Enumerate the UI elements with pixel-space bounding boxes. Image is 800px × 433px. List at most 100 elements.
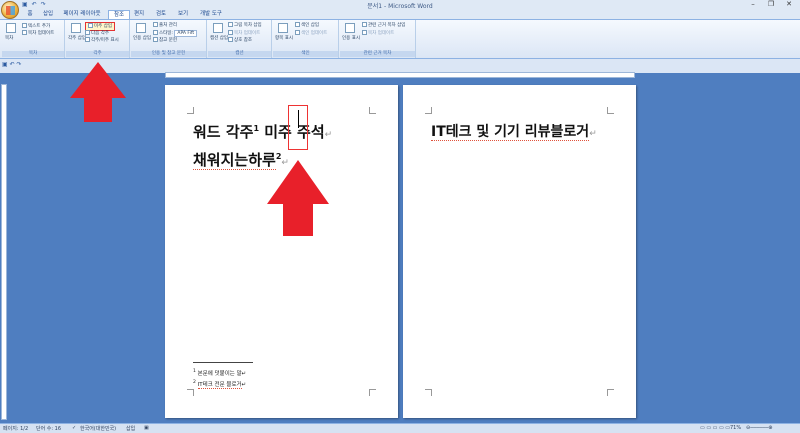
tab-insert[interactable]: 삽입: [40, 10, 56, 19]
mark-entry-button[interactable]: 항목 표시: [275, 36, 293, 42]
citation-style-select[interactable]: 스타일: APA Fift: [153, 30, 198, 37]
qat-bottom: ▣ ↶ ↷: [2, 61, 22, 68]
view-buttons[interactable]: ▭ ▭ ▭ ▭ ▭: [700, 425, 730, 431]
window-title: 문서1 - Microsoft Word: [367, 3, 433, 10]
refresh-icon: [362, 30, 367, 35]
figures-icon: [228, 22, 233, 27]
status-zoom[interactable]: 71%: [730, 425, 741, 431]
authorities-icon: [362, 22, 367, 27]
toc-icon: [6, 23, 16, 33]
group-captions: 캡션 삽입 그림 목차 삽입 목차 업데이트 상호 참조 캡션: [208, 20, 272, 58]
bibliography-button[interactable]: 참고 문헌: [153, 37, 177, 44]
doc-line-1: 워드 각주1 미주 주석↵: [193, 123, 333, 141]
insert-authorities-button[interactable]: 관련 근거 목차 삽입: [362, 22, 405, 29]
minimize-button[interactable]: –: [744, 0, 762, 9]
tab-mailings[interactable]: 편지: [131, 10, 147, 19]
add-text-button[interactable]: 텍스트 추가: [22, 23, 50, 30]
endnote-icon: [88, 23, 93, 28]
footnote-1: 1 본문에 덧붙이는 말↵: [193, 369, 247, 377]
index-icon: [295, 22, 300, 27]
macro-icon[interactable]: ▣: [144, 425, 149, 431]
update-figures-button[interactable]: 목차 업데이트: [228, 30, 260, 37]
status-language[interactable]: 한국어(대한민국): [80, 425, 116, 432]
office-button[interactable]: [1, 1, 19, 19]
footnote-icon: [71, 23, 81, 33]
margin-mark: [369, 389, 376, 396]
update-toc-button[interactable]: 목차 업데이트: [22, 30, 54, 37]
cross-ref-icon: [228, 37, 233, 42]
maximize-button[interactable]: ❐: [762, 0, 780, 9]
doc-page2-line-1: IT테크 및 기기 리뷰블로거↵: [431, 124, 597, 141]
group-toc: 목차 텍스트 추가 목차 업데이트 목차: [2, 20, 65, 58]
status-bar: 페이지: 1/2 단어 수: 16 ✓ 한국어(대한민국) 삽입 ▣ ▭ ▭ ▭…: [0, 423, 800, 433]
window-controls: – ❐ ✕: [744, 0, 798, 9]
group-index: 항목 표시 색인 삽입 색인 업데이트 색인: [273, 20, 339, 58]
insert-table-of-figures-button[interactable]: 그림 목차 삽입: [228, 22, 262, 29]
proofing-icon[interactable]: ✓: [72, 425, 76, 431]
mark-citation-icon: [345, 23, 355, 33]
cross-reference-button[interactable]: 상호 참조: [228, 37, 252, 44]
close-button[interactable]: ✕: [780, 0, 798, 9]
update-index-button[interactable]: 색인 업데이트: [295, 30, 327, 37]
quick-access-toolbar: ▣ ↶ ↷: [22, 1, 46, 8]
manage-sources-button[interactable]: 출처 관리: [153, 22, 177, 29]
margin-mark: [369, 107, 376, 114]
caption-icon: [213, 23, 223, 33]
footnote-2: 2 IT테크 전문 블로거↵: [193, 380, 247, 389]
margin-mark: [607, 107, 614, 114]
save-icon[interactable]: ▣: [2, 61, 8, 68]
toc-button[interactable]: 목차: [5, 36, 13, 42]
horizontal-ruler[interactable]: [165, 72, 635, 78]
margin-mark: [607, 389, 614, 396]
refresh-icon: [228, 30, 233, 35]
next-footnote-button[interactable]: 다음 각주: [85, 30, 109, 37]
tab-page-layout[interactable]: 페이지 레이아웃: [60, 10, 104, 19]
undo-icon[interactable]: ↶: [32, 1, 37, 8]
redo-icon[interactable]: ↷: [41, 1, 46, 8]
margin-mark: [425, 389, 432, 396]
save-icon[interactable]: ▣: [22, 1, 28, 8]
next-icon: [85, 30, 90, 35]
tab-view[interactable]: 보기: [175, 10, 191, 19]
undo-icon[interactable]: ↶: [10, 61, 15, 68]
document-page-2[interactable]: IT테크 및 기기 리뷰블로거↵: [403, 85, 636, 418]
office-logo-icon: [6, 6, 15, 15]
margin-mark: [425, 107, 432, 114]
tab-developer[interactable]: 개발 도구: [197, 10, 225, 19]
vertical-ruler[interactable]: [1, 84, 7, 420]
update-authorities-button[interactable]: 목차 업데이트: [362, 30, 394, 37]
zoom-slider[interactable]: ⊖──────⊕: [746, 425, 772, 431]
insert-citation-button[interactable]: 인용 삽입: [133, 36, 151, 42]
insert-footnote-big-button[interactable]: 각주 삽입: [68, 36, 86, 42]
insert-index-button[interactable]: 색인 삽입: [295, 22, 319, 29]
red-arrow-up-document: [267, 160, 329, 236]
redo-icon[interactable]: ↷: [17, 61, 22, 68]
tab-review[interactable]: 검토: [153, 10, 169, 19]
footnote-area: 1 본문에 덧붙이는 말↵ 2 IT테크 전문 블로거↵: [193, 362, 253, 391]
add-text-icon: [22, 23, 27, 28]
document-page-1[interactable]: 워드 각주1 미주 주석↵ 채워지는하루2↵ 1 본문에 덧붙이는 말↵ 2 I…: [165, 85, 398, 418]
status-page[interactable]: 페이지: 1/2: [3, 425, 28, 432]
bibliography-icon: [153, 37, 158, 42]
red-arrow-up-ribbon: [70, 62, 126, 122]
group-footnotes: 각주 삽입 미주 삽입 다음 각주 각주/미주 표시 각주: [66, 20, 130, 58]
show-notes-icon: [85, 37, 90, 42]
margin-mark: [187, 107, 194, 114]
cursor-highlight: [288, 105, 308, 150]
group-authorities: 인용 표시 관련 근거 목차 삽입 목차 업데이트 관련 근거 목차: [340, 20, 416, 58]
style-icon: [153, 30, 158, 35]
status-words[interactable]: 단어 수: 16: [36, 425, 61, 432]
group-citations: 인용 삽입 출처 관리 스타일: APA Fift 참고 문헌 인용 및 참고 …: [131, 20, 207, 58]
footnote-separator: [193, 362, 253, 363]
tab-references[interactable]: 참조: [108, 10, 130, 19]
tab-home[interactable]: 홈: [22, 10, 38, 19]
text-cursor: [298, 110, 299, 128]
refresh-icon: [295, 30, 300, 35]
mark-entry-icon: [278, 23, 288, 33]
sources-icon: [153, 22, 158, 27]
status-mode[interactable]: 삽입: [126, 425, 135, 432]
show-notes-button[interactable]: 각주/미주 표시: [85, 37, 119, 44]
insert-caption-button[interactable]: 캡션 삽입: [210, 36, 228, 42]
mark-citation-button[interactable]: 인용 표시: [342, 36, 360, 42]
refresh-icon: [22, 30, 27, 35]
